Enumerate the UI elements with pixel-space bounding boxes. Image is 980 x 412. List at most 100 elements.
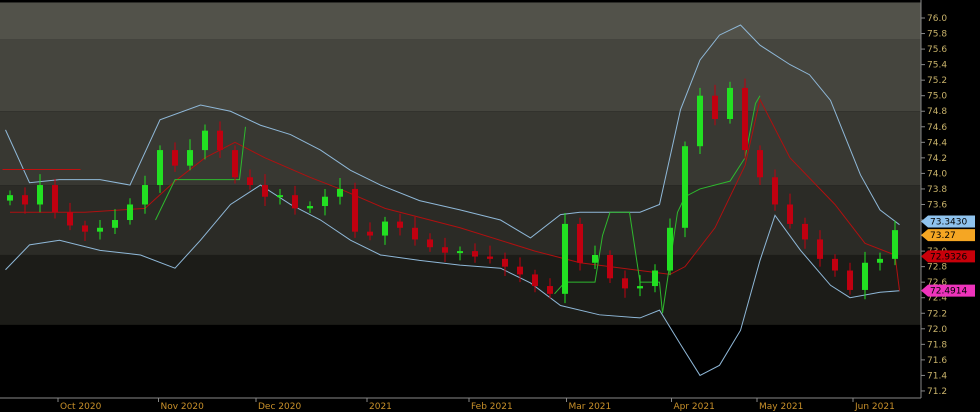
- candle-up: [457, 251, 463, 254]
- candle-down: [802, 223, 808, 240]
- candle-up: [877, 258, 883, 263]
- y-tick-label: 76.0: [927, 14, 947, 24]
- y-tick-label: 75.6: [927, 45, 947, 55]
- candle-down: [622, 278, 628, 289]
- candle-up: [202, 130, 208, 151]
- candle-up: [382, 221, 388, 236]
- candle-up: [322, 196, 328, 207]
- y-tick-label: 73.8: [927, 185, 947, 195]
- price-chart[interactable]: 76.0 75.8 75.6 75.4 75.2 75.0 74.8 74.6 74.4 74.2…: [0, 0, 980, 412]
- y-tick-label: 74.2: [927, 154, 947, 164]
- background-band: [0, 324, 921, 398]
- candle-down: [217, 130, 223, 151]
- candle-down: [172, 150, 178, 166]
- y-tick-label: 74.0: [927, 169, 947, 179]
- candle-down: [22, 195, 28, 205]
- x-tick-label: Jun 2021: [854, 402, 895, 412]
- candle-up: [127, 204, 133, 221]
- candle-down: [397, 221, 403, 228]
- candle-up: [862, 262, 868, 290]
- candle-down: [532, 274, 538, 287]
- y-tick-label: 75.8: [927, 30, 947, 40]
- candle-up: [562, 223, 568, 294]
- x-tick-label: 2021: [369, 402, 392, 412]
- price-tag-label: 72.4914: [930, 287, 967, 297]
- candle-down: [82, 225, 88, 232]
- candle-down: [442, 247, 448, 253]
- background-band: [0, 111, 921, 186]
- candle-up: [37, 185, 43, 205]
- x-tick-label: Apr 2021: [674, 402, 715, 412]
- y-tick-label: 71.6: [927, 356, 947, 366]
- x-tick-label: Nov 2020: [161, 402, 205, 412]
- x-axis: Oct 2020 Nov 2020 Dec 2020 2021 Feb 2021 Mar …: [57, 398, 895, 412]
- y-tick-label: 74.8: [927, 107, 947, 117]
- candle-down: [427, 239, 433, 248]
- price-tag-label: 72.9326: [930, 252, 967, 262]
- candle-down: [472, 251, 478, 257]
- candle-down: [712, 95, 718, 120]
- y-tick-label: 73.6: [927, 200, 947, 210]
- candle-down: [772, 177, 778, 205]
- candle-up: [142, 185, 148, 205]
- candle-up: [667, 227, 673, 271]
- background-band: [0, 39, 921, 112]
- y-axis: 76.0 75.8 75.6 75.4 75.2 75.0 74.8 74.6 74.4 74.2…: [921, 14, 947, 397]
- candle-down: [832, 258, 838, 271]
- candle-down: [817, 239, 823, 259]
- x-tick-label: Dec 2020: [258, 402, 301, 412]
- candle-up: [652, 270, 658, 287]
- candle-up: [682, 146, 688, 228]
- y-tick-label: 74.6: [927, 123, 947, 133]
- candle-up: [697, 95, 703, 147]
- y-tick-label: 71.8: [927, 340, 947, 350]
- price-tag-label: 73.3430: [930, 217, 967, 227]
- candle-down: [487, 256, 493, 259]
- y-tick-label: 72.2: [927, 309, 947, 319]
- candle-up: [637, 286, 643, 289]
- candle-down: [607, 254, 613, 279]
- candle-up: [892, 230, 898, 259]
- candle-down: [67, 212, 73, 226]
- candle-up: [187, 150, 193, 166]
- candle-up: [337, 188, 343, 197]
- y-tick-label: 75.4: [927, 61, 947, 71]
- candle-down: [262, 185, 268, 197]
- x-tick-label: May 2021: [759, 402, 803, 412]
- x-tick-label: Feb 2021: [471, 402, 513, 412]
- candle-down: [502, 258, 508, 267]
- candle-down: [742, 87, 748, 151]
- candle-up: [97, 227, 103, 232]
- candle-down: [547, 286, 553, 294]
- candle-up: [157, 150, 163, 186]
- candle-up: [112, 220, 118, 228]
- candle-down: [247, 177, 253, 186]
- candle-up: [592, 254, 598, 263]
- candle-down: [757, 150, 763, 178]
- candle-up: [727, 87, 733, 120]
- candle-up: [7, 195, 13, 201]
- background-bands: [0, 2, 921, 398]
- candle-down: [577, 223, 583, 263]
- candle-down: [367, 231, 373, 236]
- price-tag-label: 73.27: [930, 231, 956, 241]
- y-tick-label: 71.2: [927, 387, 947, 397]
- candle-down: [787, 204, 793, 224]
- y-tick-label: 72.0: [927, 325, 947, 335]
- candle-up: [307, 206, 313, 209]
- x-tick-label: Oct 2020: [60, 402, 102, 412]
- candle-down: [292, 195, 298, 209]
- x-tick-label: Mar 2021: [569, 402, 612, 412]
- y-tick-label: 75.2: [927, 76, 947, 86]
- background-band: [0, 185, 921, 255]
- candle-down: [517, 266, 523, 275]
- candle-down: [847, 270, 853, 290]
- y-tick-label: 74.4: [927, 138, 947, 148]
- candle-down: [412, 227, 418, 240]
- candle-down: [52, 185, 58, 213]
- candle-down: [232, 150, 238, 178]
- candle-down: [352, 188, 358, 232]
- y-tick-label: 71.4: [927, 371, 947, 381]
- candle-up: [277, 195, 283, 198]
- y-tick-label: 72.8: [927, 263, 947, 273]
